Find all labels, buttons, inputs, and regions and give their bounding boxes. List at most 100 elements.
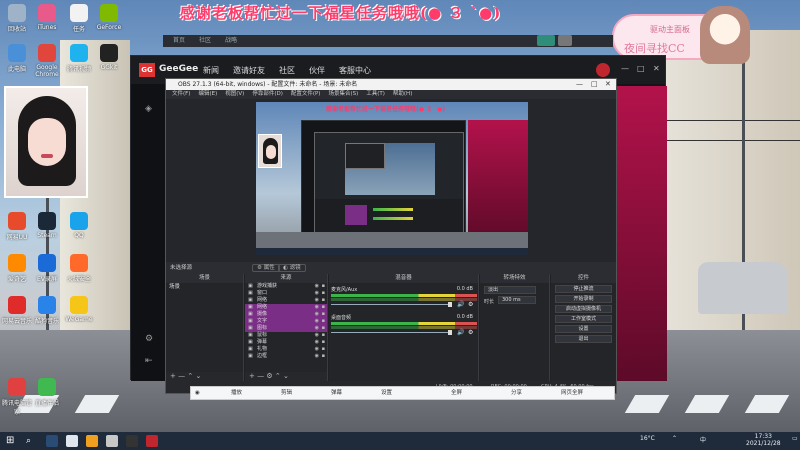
- menu-tools[interactable]: 工具(T): [366, 90, 385, 99]
- back-bar-button[interactable]: [537, 35, 555, 46]
- desktop-icon[interactable]: 网易UU: [2, 212, 32, 241]
- geegee-nav-community[interactable]: 社区: [279, 65, 295, 76]
- geegee-nav-partner[interactable]: 伙伴: [309, 65, 325, 76]
- visibility-eye-icon[interactable]: ◉: [315, 304, 319, 311]
- lock-icon[interactable]: ▪: [322, 339, 325, 346]
- obs-close-icon[interactable]: ✕: [605, 79, 611, 90]
- visibility-eye-icon[interactable]: ◉: [315, 297, 319, 304]
- back-bar-avatar[interactable]: [558, 35, 572, 46]
- visibility-eye-icon[interactable]: ◉: [315, 346, 319, 353]
- source-item[interactable]: ▣ 网络 ◉ ▪: [245, 304, 327, 311]
- source-item[interactable]: ▣ 鼠标 ◉ ▪: [245, 332, 327, 339]
- visibility-eye-icon[interactable]: ◉: [315, 353, 319, 360]
- desktop-icon[interactable]: EV录屏: [32, 254, 62, 283]
- stop-streaming-button[interactable]: 停止推流: [555, 285, 612, 293]
- visibility-eye-icon[interactable]: ◉: [315, 283, 319, 290]
- volume-slider[interactable]: 🔊 ⚙: [331, 301, 477, 308]
- explorer-taskbar-icon[interactable]: [66, 435, 78, 447]
- menu-help[interactable]: 帮助(H): [393, 90, 412, 99]
- visibility-eye-icon[interactable]: ◉: [315, 318, 319, 325]
- obs-taskbar-icon[interactable]: [126, 435, 138, 447]
- lock-icon[interactable]: ▪: [322, 353, 325, 360]
- lock-icon[interactable]: ▪: [322, 311, 325, 318]
- lock-icon[interactable]: ▪: [322, 297, 325, 304]
- duration-input[interactable]: 300 ms: [498, 296, 536, 304]
- settings-button[interactable]: 设置: [555, 325, 612, 333]
- player-item[interactable]: 分享: [511, 387, 522, 399]
- player-item[interactable]: 播放: [231, 387, 242, 399]
- ime-indicator[interactable]: 中: [700, 435, 706, 444]
- properties-button[interactable]: ⚙ 属性: [252, 264, 280, 272]
- folder-taskbar-icon[interactable]: [86, 435, 98, 447]
- desktop-icon[interactable]: 直播伴侣: [32, 378, 62, 407]
- lock-icon[interactable]: ▪: [322, 283, 325, 290]
- back-nav-community[interactable]: 社区: [199, 35, 211, 47]
- studio-mode-button[interactable]: 工作室模式: [555, 315, 612, 323]
- source-item[interactable]: ▣ 弹幕 ◉ ▪: [245, 339, 327, 346]
- start-menu-icon[interactable]: ⊞: [6, 435, 18, 447]
- mixer-gear-icon[interactable]: ⚙: [468, 301, 473, 308]
- lock-icon[interactable]: ▪: [322, 290, 325, 297]
- source-item[interactable]: ▣ 文字 ◉ ▪: [245, 318, 327, 325]
- player-item[interactable]: 全屏: [451, 387, 462, 399]
- lock-icon[interactable]: ▪: [322, 304, 325, 311]
- desktop-icon[interactable]: GGkit: [94, 44, 124, 71]
- tray-network-icon[interactable]: ⌃: [672, 435, 677, 442]
- add-source-icon[interactable]: +: [249, 372, 255, 380]
- lock-icon[interactable]: ▪: [322, 346, 325, 353]
- desktop-icon[interactable]: iTunes: [32, 4, 62, 31]
- steam-taskbar-icon[interactable]: [46, 435, 58, 447]
- menu-scene-collection[interactable]: 场景集合(S): [328, 90, 358, 99]
- desktop-icon[interactable]: WeGame: [64, 296, 94, 323]
- transition-type-select[interactable]: 淡出: [484, 286, 536, 294]
- player-item[interactable]: 弹幕: [331, 387, 342, 399]
- menu-docks[interactable]: 停靠部件(D): [252, 90, 283, 99]
- search-icon[interactable]: ⌕: [26, 435, 38, 447]
- desktop-icon[interactable]: QQ: [64, 212, 94, 239]
- geegee-nav-invite[interactable]: 邀请好友: [233, 65, 265, 76]
- obs-maximize-icon[interactable]: □: [591, 79, 598, 90]
- desktop-icon[interactable]: 回收站: [2, 4, 32, 33]
- visibility-eye-icon[interactable]: ◉: [315, 325, 319, 332]
- obs-preview-canvas[interactable]: 感谢老板帮忙过一下福星任务哦哦(● ３ `●): [256, 102, 528, 255]
- source-item[interactable]: ▣ 游戏捕获 ◉ ▪: [245, 283, 327, 290]
- minimize-icon[interactable]: —: [621, 64, 629, 73]
- remove-scene-icon[interactable]: —: [178, 372, 185, 380]
- sidebar-logo-icon[interactable]: ◈: [145, 104, 152, 114]
- player-item[interactable]: 剪辑: [281, 387, 292, 399]
- source-item[interactable]: ▣ 网络 ◉ ▪: [245, 297, 327, 304]
- player-item[interactable]: 设置: [381, 387, 392, 399]
- settings-gear-icon[interactable]: ⚙: [145, 334, 153, 344]
- source-item[interactable]: ▣ 摄像 ◉ ▪: [245, 311, 327, 318]
- geegee-taskbar-icon[interactable]: [146, 435, 158, 447]
- exit-button[interactable]: 退出: [555, 335, 612, 343]
- player-play-icon[interactable]: ◉: [195, 387, 200, 399]
- clock[interactable]: 17:33 2021/12/28: [746, 433, 781, 447]
- source-item[interactable]: ▣ 图标 ◉ ▪: [245, 325, 327, 332]
- app-taskbar-icon[interactable]: [106, 435, 118, 447]
- menu-view[interactable]: 视图(V): [225, 90, 244, 99]
- visibility-eye-icon[interactable]: ◉: [315, 311, 319, 318]
- geegee-user-avatar[interactable]: [596, 63, 610, 77]
- source-item[interactable]: ▣ 边框 ◉ ▪: [245, 353, 327, 360]
- maximize-icon[interactable]: □: [637, 64, 645, 73]
- scene-down-icon[interactable]: ⌄: [195, 372, 201, 380]
- source-down-icon[interactable]: ⌄: [283, 372, 289, 380]
- notification-icon[interactable]: ▭: [792, 435, 798, 442]
- desktop-icon[interactable]: 任务: [64, 4, 94, 33]
- volume-slider[interactable]: 🔊 ⚙: [331, 329, 477, 336]
- speaker-icon[interactable]: 🔊: [457, 329, 464, 336]
- visibility-eye-icon[interactable]: ◉: [315, 339, 319, 346]
- close-icon[interactable]: ✕: [653, 64, 660, 73]
- desktop-icon[interactable]: 火绒安全: [64, 254, 94, 283]
- desktop-icon[interactable]: 此电脑: [2, 44, 32, 73]
- source-item[interactable]: ▣ 礼物 ◉ ▪: [245, 346, 327, 353]
- source-settings-icon[interactable]: ⚙: [266, 372, 272, 380]
- add-scene-icon[interactable]: +: [170, 372, 176, 380]
- geegee-nav-support[interactable]: 客服中心: [339, 65, 371, 76]
- scene-item[interactable]: 场景: [166, 283, 243, 291]
- lock-icon[interactable]: ▪: [322, 325, 325, 332]
- source-up-icon[interactable]: ⌃: [275, 372, 281, 380]
- speaker-icon[interactable]: 🔊: [457, 301, 464, 308]
- desktop-icon[interactable]: 酷狗音乐: [32, 296, 62, 325]
